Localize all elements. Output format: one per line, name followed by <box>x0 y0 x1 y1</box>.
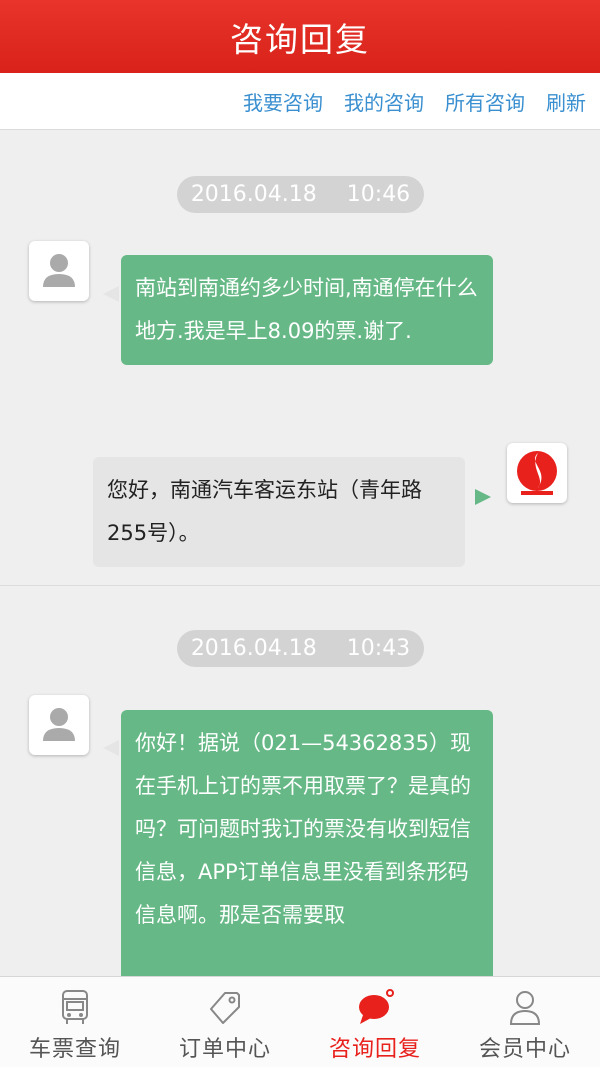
bubble-tail <box>475 489 491 505</box>
person-icon <box>43 254 75 287</box>
tab-label: 车票查询 <box>28 1037 121 1062</box>
bubble-tail <box>103 286 119 302</box>
my-questions-link[interactable]: 我的咨询 <box>344 87 424 116</box>
consult-thread: 2016.04.18 10:46 南站到南通约多少时间,南通停在什么地方.我是早上… <box>0 131 600 586</box>
thread-time: 10:43 <box>346 636 411 661</box>
tab-label: 咨询回复 <box>328 1037 421 1062</box>
thread-timestamp: 2016.04.18 10:46 <box>177 176 424 213</box>
tab-member-center[interactable]: 会员中心 <box>450 977 600 1067</box>
bottom-tab-bar: 车票查询 订单中心 咨询回复 会员中心 <box>0 976 600 1067</box>
user-avatar <box>29 695 89 755</box>
tab-ticket-search[interactable]: 车票查询 <box>0 977 150 1067</box>
ask-question-link[interactable]: 我要咨询 <box>243 87 323 116</box>
tag-icon <box>210 992 240 1024</box>
thread-time: 10:46 <box>346 182 411 207</box>
all-questions-link[interactable]: 所有咨询 <box>445 87 525 116</box>
staff-avatar <box>507 443 567 503</box>
chat-bubble-icon <box>359 989 394 1024</box>
consult-thread: 2016.04.18 10:43 你好！据说（021—54362835）现在手机上… <box>0 586 600 976</box>
question-bubble: 南站到南通约多少时间,南通停在什么地方.我是早上8.09的票.谢了. <box>121 255 493 365</box>
thread-timestamp: 2016.04.18 10:43 <box>177 630 424 667</box>
bubble-tail <box>103 740 119 756</box>
person-icon <box>43 708 75 741</box>
person-icon <box>509 991 541 1025</box>
consult-subnav: 我要咨询 我的咨询 所有咨询 刷新 <box>0 73 600 130</box>
refresh-link[interactable]: 刷新 <box>546 87 586 116</box>
tab-order-center[interactable]: 订单中心 <box>150 977 300 1067</box>
company-logo <box>517 451 557 495</box>
tab-consult-reply[interactable]: 咨询回复 <box>300 977 450 1067</box>
answer-bubble: 您好，南通汽车客运东站（青年路255号）。 <box>93 457 465 567</box>
question-bubble: 你好！据说（021—54362835）现在手机上订的票不用取票了？是真的吗？可问… <box>121 710 493 976</box>
thread-date: 2016.04.18 <box>190 182 317 207</box>
conversation-list[interactable]: 2016.04.18 10:46 南站到南通约多少时间,南通停在什么地方.我是早上… <box>0 131 600 976</box>
user-avatar <box>29 241 89 301</box>
tab-label: 订单中心 <box>178 1037 271 1062</box>
bus-icon <box>62 990 88 1024</box>
thread-date: 2016.04.18 <box>190 636 317 661</box>
page-title: 咨询回复 <box>0 0 600 73</box>
tab-label: 会员中心 <box>478 1037 571 1062</box>
